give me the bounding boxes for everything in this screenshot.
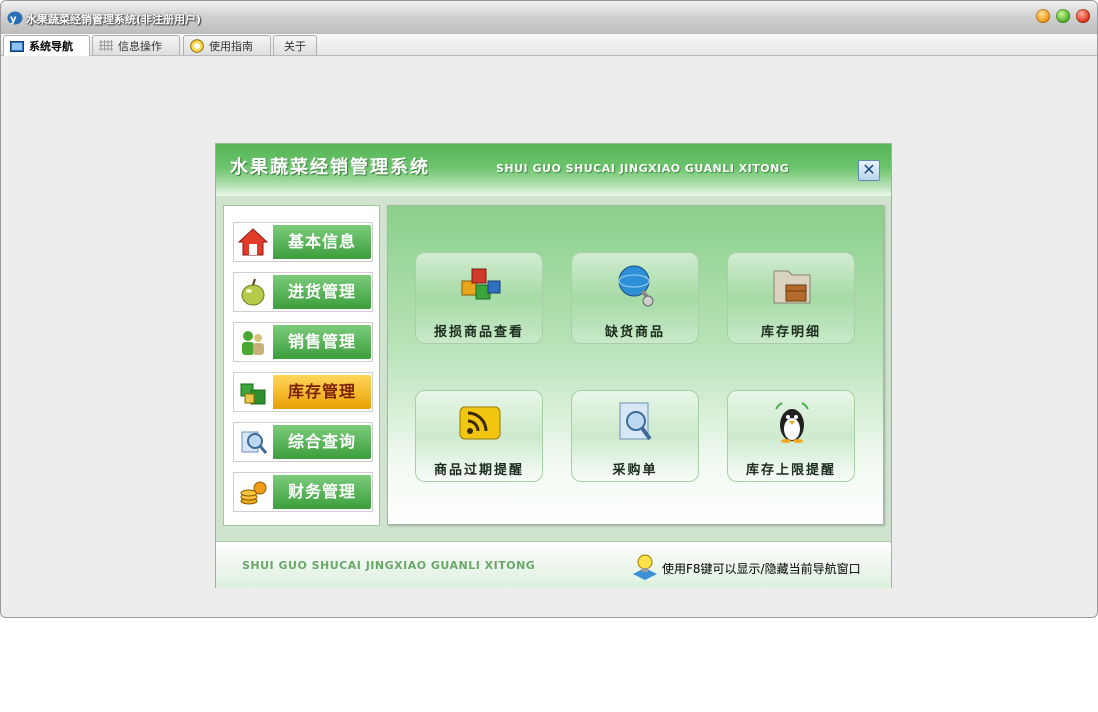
menu-label: 销售管理 <box>273 325 371 359</box>
menu-item-inventory[interactable]: 库存管理 <box>233 372 373 412</box>
magnifier-icon <box>241 431 268 454</box>
menu-label: 基本信息 <box>273 225 371 259</box>
menu-label: 综合查询 <box>273 425 371 459</box>
users-icon <box>242 331 264 355</box>
lightbulb-icon <box>633 554 657 580</box>
tab-system-navigation[interactable]: 系统导航 <box>3 35 90 56</box>
grid-icon <box>99 40 113 51</box>
apple-icon <box>241 278 265 306</box>
tile-label: 库存上限提醒 <box>745 463 836 478</box>
rss-icon <box>459 406 501 440</box>
side-menu: 基本信息 进货管理 销售管理 库存管理 综合查询 财务管理 <box>223 205 380 526</box>
menu-item-finance[interactable]: 财务管理 <box>233 472 373 512</box>
tile-stock-details[interactable]: 库存明细 <box>727 252 855 344</box>
tab-label: 使用指南 <box>209 39 253 53</box>
boxes-icon <box>240 383 266 405</box>
tile-label: 库存明细 <box>760 325 821 340</box>
app-logo-icon: y <box>7 11 23 25</box>
function-area: 报损商品查看 缺货商品 库存明细 商品过期提醒 采购单 库存上限提醒 <box>387 205 884 525</box>
navigation-panel: 水果蔬菜经销管理系统 水果蔬菜经销管理系统 SHUI GUO SHUCAI JI… <box>215 143 892 588</box>
minimize-button[interactable] <box>1036 9 1050 23</box>
menu-label: 进货管理 <box>273 275 371 309</box>
globe-icon <box>618 265 654 307</box>
menu-item-query[interactable]: 综合查询 <box>233 422 373 462</box>
tab-bar: 系统导航 信息操作 使用指南 关于 <box>1 34 1097 56</box>
tile-damaged-goods[interactable]: 报损商品查看 <box>415 252 543 344</box>
tile-label: 缺货商品 <box>604 325 665 340</box>
tab-user-guide[interactable]: 使用指南 <box>183 35 271 55</box>
panel-footer: SHUI GUO SHUCAI JINGXIAO GUANLI XITONG 使… <box>216 541 891 588</box>
footer-subtitle: SHUI GUO SHUCAI JINGXIAO GUANLI XITONG <box>242 559 536 572</box>
close-icon: ✕ <box>862 160 876 179</box>
monitor-icon <box>10 40 24 52</box>
menu-label: 库存管理 <box>273 375 371 409</box>
tile-label: 采购单 <box>612 463 658 478</box>
panel-subtitle: SHUI GUO SHUCAI JINGXIAO GUANLI XITONG <box>496 162 790 175</box>
guide-icon <box>190 38 204 53</box>
panel-title-reflection: 水果蔬菜经销管理系统 <box>230 158 430 170</box>
blocks-icon <box>461 268 501 300</box>
folder-box-icon <box>773 270 811 304</box>
tile-expiry-reminder[interactable]: 商品过期提醒 <box>415 390 543 482</box>
tab-label: 系统导航 <box>29 40 73 53</box>
footer-tip: 使用F8键可以显示/隐藏当前导航窗口 <box>662 562 861 576</box>
close-window-button[interactable] <box>1076 9 1090 23</box>
document-search-icon <box>619 402 652 441</box>
panel-close-button[interactable]: ✕ <box>858 160 880 181</box>
tile-out-of-stock[interactable]: 缺货商品 <box>571 252 699 344</box>
svg-text:y: y <box>10 14 17 25</box>
coins-icon <box>240 481 267 505</box>
house-icon <box>237 228 269 256</box>
window-title: 水果蔬菜经销管理系统(非注册用户) <box>26 13 202 26</box>
tile-purchase-order[interactable]: 采购单 <box>571 390 699 482</box>
maximize-button[interactable] <box>1056 9 1070 23</box>
tab-label: 信息操作 <box>118 39 162 53</box>
tile-label: 商品过期提醒 <box>433 463 524 478</box>
menu-item-sales[interactable]: 销售管理 <box>233 322 373 362</box>
tile-label: 报损商品查看 <box>433 325 524 340</box>
title-bar[interactable]: y 水果蔬菜经销管理系统(非注册用户) <box>1 1 1097 35</box>
menu-item-purchase[interactable]: 进货管理 <box>233 272 373 312</box>
menu-item-basic-info[interactable]: 基本信息 <box>233 222 373 262</box>
tab-about[interactable]: 关于 <box>273 35 317 55</box>
tab-label: 关于 <box>284 39 306 53</box>
tile-stock-limit-reminder[interactable]: 库存上限提醒 <box>727 390 855 482</box>
penguin-icon <box>775 402 809 443</box>
tab-info-operation[interactable]: 信息操作 <box>92 35 180 55</box>
panel-header: 水果蔬菜经销管理系统 水果蔬菜经销管理系统 SHUI GUO SHUCAI JI… <box>216 144 891 196</box>
menu-label: 财务管理 <box>273 475 371 509</box>
